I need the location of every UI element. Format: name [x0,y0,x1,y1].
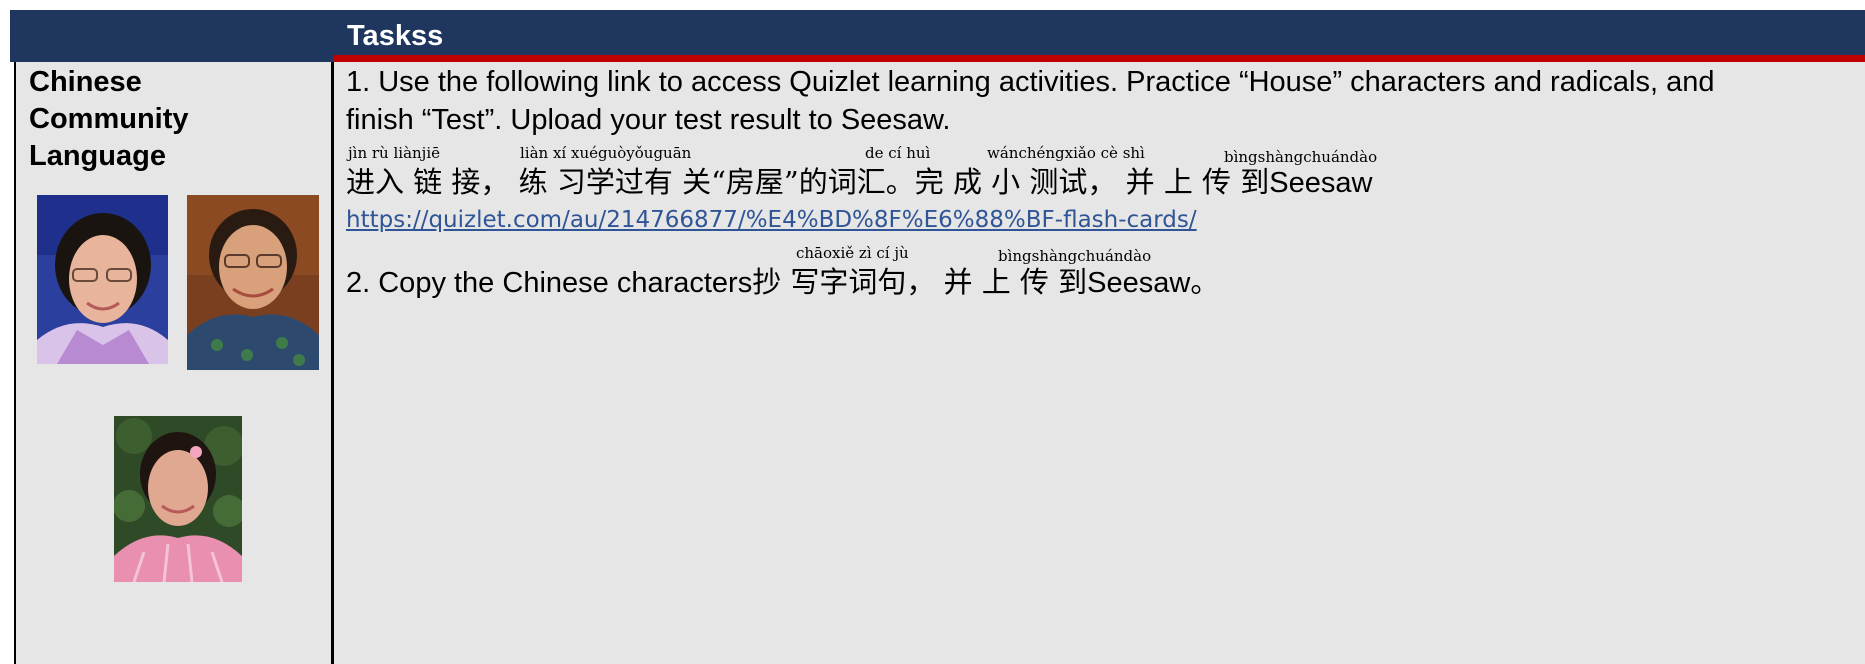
task2-text-prefix: 2. Copy the Chinese characters [346,267,753,299]
task1-pinyin-2: liàn xí xuéguòyǒuguān [520,144,692,162]
teacher-photo-2 [187,195,319,370]
task2-instruction: 2. Copy the Chinese characters抄 写字词句， 并 … [346,264,1219,301]
label-line-1: Chinese [29,66,142,98]
quizlet-link[interactable]: https://quizlet.com/au/214766877/%E4%BD%… [346,205,1197,235]
task2-pinyin-1: chāoxiě zì cí jù [796,244,909,262]
task1-chinese-2: 练 习学过有 关“房屋”的词汇。 [518,165,915,199]
task1-instruction-line1: 1. Use the following link to access Quiz… [346,66,1715,98]
task1-seesaw: Seesaw [1269,167,1373,199]
task2-chinese-2: 并 上 传 到 [943,265,1088,299]
task1-pinyin-1: jìn rù liànjiē [348,144,440,162]
teacher-photo-3 [114,416,242,582]
header-accent-line [333,55,1865,62]
document-page: Taskss Chinese Community Language 1. Use… [0,0,1865,664]
community-language-label: Chinese Community Language [29,64,309,175]
teacher-photo-1 [37,195,168,364]
task1-chinese-4: 并 上 传 到 [1125,165,1270,199]
task1-pinyin-3: de cí huì [865,144,931,162]
task1-chinese-line: 进入 链 接， 练 习学过有 关“房屋”的词汇。完 成 小 测试， 并 上 传 … [346,164,1372,201]
task2-seesaw: Seesaw [1087,267,1191,299]
table-header-title: Taskss [347,20,444,52]
task2-period: 。 [1190,265,1220,299]
task2-chinese-1: 抄 写字词句， [752,265,936,299]
label-line-2: Community [29,103,189,135]
label-line-3: Language [29,140,166,172]
task2-pinyin-2: bìngshàngchuándào [998,247,1152,265]
task1-chinese-1: 进入 链 接， [346,165,510,199]
task1-chinese-3: 完 成 小 测试， [914,165,1117,199]
task1-instruction-line2: finish “Test”. Upload your test result t… [346,104,951,136]
task1-pinyin-4: wánchéngxiǎo cè shì [987,144,1145,162]
